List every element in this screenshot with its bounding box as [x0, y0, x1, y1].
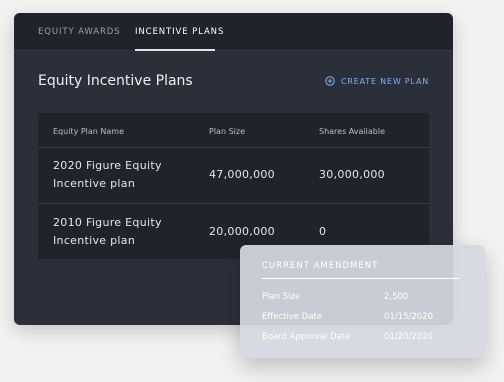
- plan-size-label: Plan Size: [262, 292, 301, 302]
- amendment-divider: [262, 278, 459, 279]
- effective-date-label: Effective Date: [262, 312, 323, 322]
- plan-size-cell: 47,000,000: [209, 168, 275, 181]
- shares-available-cell: 0: [319, 225, 327, 238]
- plan-name-cell: 2010 Figure Equity Incentive plan: [53, 216, 162, 247]
- plus-circle-icon: [325, 76, 335, 86]
- tab-equity-awards[interactable]: EQUITY AWARDS: [38, 27, 121, 37]
- column-header-shares-available[interactable]: Shares Available: [319, 127, 385, 136]
- tab-bar: EQUITY AWARDS INCENTIVE PLANS: [14, 13, 453, 51]
- plan-size-value: 2,500: [384, 292, 409, 302]
- create-new-plan-label: CREATE NEW PLAN: [341, 76, 429, 86]
- plan-name-cell: 2020 Figure Equity Incentive plan: [53, 159, 162, 190]
- equity-plans-table: Equity Plan Name Plan Size Shares Availa…: [38, 113, 429, 259]
- tab-incentive-plans[interactable]: INCENTIVE PLANS: [135, 27, 224, 37]
- table-row[interactable]: 2020 Figure Equity Incentive plan 47,000…: [38, 147, 429, 203]
- plan-size-cell: 20,000,000: [209, 225, 275, 238]
- shares-available-cell: 30,000,000: [319, 168, 385, 181]
- column-header-plan-size[interactable]: Plan Size: [209, 127, 245, 136]
- board-approval-date-label: Board Approval Date: [262, 332, 351, 342]
- table-header: Equity Plan Name Plan Size Shares Availa…: [38, 113, 429, 148]
- active-tab-indicator: [135, 49, 215, 51]
- column-header-plan-name[interactable]: Equity Plan Name: [53, 127, 124, 136]
- page-title: Equity Incentive Plans: [38, 73, 193, 89]
- create-new-plan-button[interactable]: CREATE NEW PLAN: [325, 76, 429, 86]
- board-approval-date-value: 01/20/2020: [384, 332, 433, 342]
- amendment-card-title: CURRENT AMENDMENT: [262, 261, 379, 271]
- current-amendment-card: CURRENT AMENDMENT Plan Size 2,500 Effect…: [240, 245, 485, 358]
- effective-date-value: 01/15/2020: [384, 312, 433, 322]
